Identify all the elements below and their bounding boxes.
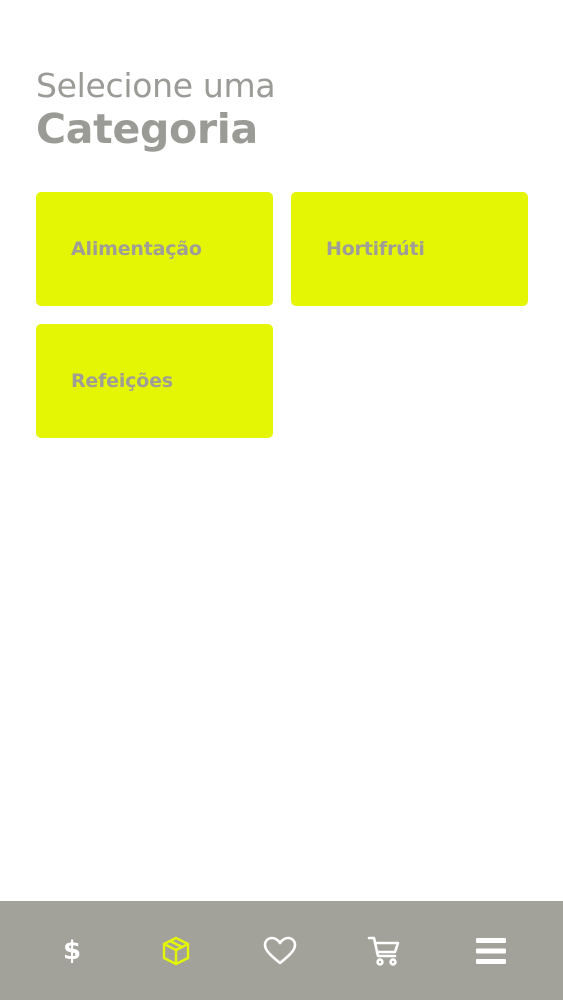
nav-item-menu[interactable] (461, 901, 521, 1000)
category-label: Hortifrúti (326, 238, 425, 260)
heart-icon (263, 936, 297, 964)
category-grid: Alimentação Hortifrúti Refeições (36, 192, 528, 438)
category-card-refeicoes[interactable]: Refeições (36, 324, 273, 438)
bottom-navigation-bar: $ (0, 901, 563, 1000)
nav-item-finance[interactable]: $ (42, 901, 102, 1000)
category-card-hortifruti[interactable]: Hortifrúti (291, 192, 528, 306)
page-title: Categoria (36, 105, 258, 153)
page-header: Selecione uma Categoria (36, 66, 276, 153)
category-card-alimentacao[interactable]: Alimentação (36, 192, 273, 306)
cart-icon (367, 936, 400, 966)
category-label: Alimentação (71, 238, 202, 260)
menu-icon (476, 937, 506, 964)
box-icon (162, 936, 190, 965)
nav-item-categories[interactable] (146, 901, 206, 1000)
dollar-icon: $ (62, 935, 82, 966)
category-label: Refeições (71, 370, 173, 392)
nav-item-favorites[interactable] (250, 901, 310, 1000)
page-subtitle: Selecione uma (36, 66, 276, 105)
nav-item-cart[interactable] (354, 901, 414, 1000)
